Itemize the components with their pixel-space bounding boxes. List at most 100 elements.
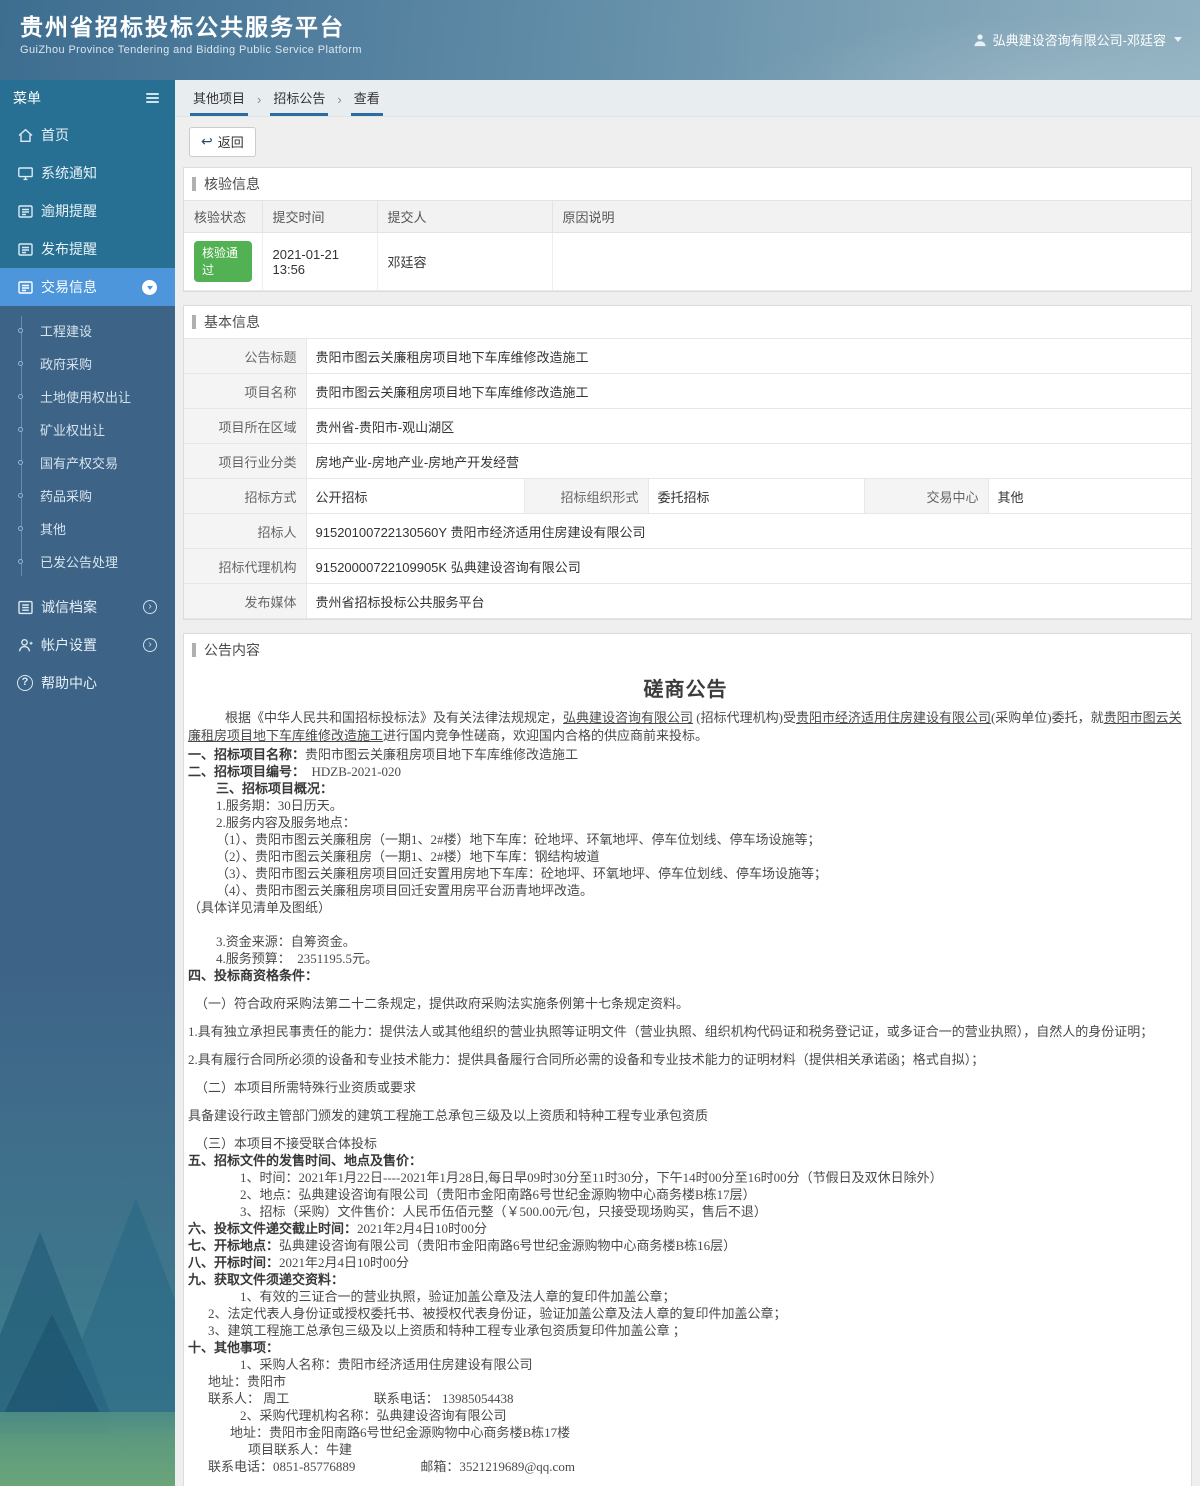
breadcrumb-view[interactable]: 查看 xyxy=(350,80,383,116)
tenderer-value: 91520100722130560Y 贵阳市经济适用住房建设有限公司 xyxy=(305,513,1191,549)
line-text: （4）、贵阳市图云关廉租房项目回迁安置用房平台沥青地坪改造。 xyxy=(216,883,594,898)
user-menu[interactable]: 弘典建设咨询有限公司-邓廷容 xyxy=(973,30,1182,49)
brand: 贵州省招标投标公共服务平台 GuiZhou Province Tendering… xyxy=(20,13,362,56)
sidebar-item-publish-reminder[interactable]: 发布提醒 xyxy=(0,230,175,268)
home-icon xyxy=(17,127,34,144)
chevron-right-icon: › xyxy=(143,600,157,614)
subitem-label: 国有产权交易 xyxy=(40,456,119,471)
submit-time-cell: 2021-01-21 13:56 xyxy=(261,232,377,291)
line-text: 2、地点：弘典建设咨询有限公司（贵阳市金阳南路6号世纪金源购物中心商务楼B栋17… xyxy=(240,1187,756,1202)
sidebar-item-help-center[interactable]: ? 帮助中心 xyxy=(0,664,175,702)
sidebar-item-label: 逾期提醒 xyxy=(41,203,97,219)
breadcrumb-other-projects[interactable]: 其他项目 xyxy=(190,80,249,116)
region-value: 贵州省-贵阳市-观山湖区 xyxy=(305,408,1191,444)
document-line: 2.具有履行合同所必须的设备和专业技术能力：提供具备履行合同所必需的设备和专业技… xyxy=(188,1051,1183,1068)
sidebar-subitem[interactable]: 政府采购 xyxy=(0,347,175,380)
line-heading: 九、获取文件须递交资料： xyxy=(188,1272,345,1287)
line-text: 2.具有履行合同所必须的设备和专业技术能力：提供具备履行合同所必需的设备和专业技… xyxy=(188,1052,985,1067)
document-line: （2）、贵阳市图云关廉租房（一期1、2#楼）地下车库：钢结构坡道 xyxy=(188,848,1183,865)
sidebar-subitem[interactable]: 工程建设 xyxy=(0,314,175,347)
line-text: 2、采购代理机构名称：弘典建设咨询有限公司 xyxy=(240,1408,507,1423)
sidebar-item-transaction-info[interactable]: 交易信息 xyxy=(0,268,175,306)
line-text: 1、采购人名称：贵阳市经济适用住房建设有限公司 xyxy=(240,1357,533,1372)
field-label: 项目名称 xyxy=(184,373,307,409)
return-icon: ↩ xyxy=(201,133,213,149)
document-line: （一）符合政府采购法第二十二条规定，提供政府采购法实施条例第十七条规定资料。 xyxy=(188,995,1183,1012)
line-text: 1.服务期：30日历天。 xyxy=(216,798,343,813)
section-bar-icon xyxy=(192,643,196,657)
sidebar-item-label: 系统通知 xyxy=(41,165,97,181)
subitem-label: 矿业权出让 xyxy=(40,423,106,438)
breadcrumb-separator: › xyxy=(257,92,262,107)
sidebar-subitem[interactable]: 国有产权交易 xyxy=(0,446,175,479)
status-badge: 核验通过 xyxy=(194,241,252,282)
line-text: 1、有效的三证合一的营业执照，验证加盖公章及法人章的复印件加盖公章； xyxy=(240,1289,676,1304)
table-row: 发布媒体 贵州省招标投标公共服务平台 xyxy=(184,583,1191,619)
intro-text: 根据《中华人民共和国招标投标法》及有关法律法规规定， xyxy=(225,710,564,725)
line-text: 3.资金来源：自筹资金。 xyxy=(216,934,356,949)
subitem-label: 土地使用权出让 xyxy=(40,390,132,405)
document-line: （二）本项目所需特殊行业资质或要求 xyxy=(188,1079,1183,1096)
sidebar-item-account-settings[interactable]: 帐户设置 › xyxy=(0,626,175,664)
intro-text: 进行国内竞争性磋商，欢迎国内合格的供应商前来投标。 xyxy=(383,728,709,743)
document-line: 四、投标商资格条件： xyxy=(188,967,1183,984)
sidebar-subitem[interactable]: 已发公告处理 xyxy=(0,545,175,578)
table-row: 项目所在区域 贵州省-贵阳市-观山湖区 xyxy=(184,408,1191,444)
table-row: 招标人 91520100722130560Y 贵阳市经济适用住房建设有限公司 xyxy=(184,513,1191,549)
sidebar: 菜单 首页 系统通知 逾期提醒 发布提醒 交易信息 工程建设 政府采购 土地使用… xyxy=(0,80,175,1486)
sidebar-item-overdue-reminder[interactable]: 逾期提醒 xyxy=(0,192,175,230)
bullet-icon xyxy=(18,328,23,333)
field-label: 交易中心 xyxy=(863,478,989,514)
sidebar-subitem[interactable]: 矿业权出让 xyxy=(0,413,175,446)
line-heading: 四、投标商资格条件： xyxy=(188,968,319,983)
document-line: 六、投标文件递交截止时间：2021年2月4日10时00分 xyxy=(188,1220,1183,1237)
field-label: 公告标题 xyxy=(184,338,307,374)
sidebar-item-system-notice[interactable]: 系统通知 xyxy=(0,154,175,192)
question-icon: ? xyxy=(17,674,34,692)
field-label: 招标组织形式 xyxy=(523,478,649,514)
document-line: 九、获取文件须递交资料： xyxy=(188,1271,1183,1288)
bullet-icon xyxy=(18,427,23,432)
line-heading: 八、开标时间： xyxy=(188,1255,280,1270)
intro-text: (采购单位)委托，就 xyxy=(990,710,1104,725)
sidebar-item-home[interactable]: 首页 xyxy=(0,116,175,154)
basic-info-table: 公告标题 贵阳市图云关廉租房项目地下车库维修改造施工 项目名称 贵阳市图云关廉租… xyxy=(184,338,1191,619)
document-line: 三、招标项目概况： xyxy=(188,780,1183,797)
hamburger-icon[interactable] xyxy=(146,93,159,103)
document-line xyxy=(188,916,1183,933)
line-text: 2、法定代表人身份证或授权委托书、被授权代表身份证，验证加盖公章及法人章的复印件… xyxy=(208,1306,787,1321)
person-icon xyxy=(17,637,34,654)
document-line: 1、采购人名称：贵阳市经济适用住房建设有限公司 xyxy=(188,1356,1183,1373)
line-text: 3、招标（采购）文件售价：人民币伍佰元整（￥500.00元/包，只接受现场购买，… xyxy=(240,1204,767,1219)
document-line: 地址：贵阳市 xyxy=(188,1373,1183,1390)
sidebar-subitem[interactable]: 土地使用权出让 xyxy=(0,380,175,413)
sidebar-item-integrity-archive[interactable]: 诚信档案 › xyxy=(0,588,175,626)
reason-cell xyxy=(551,232,1191,291)
sidebar-item-label: 帐户设置 xyxy=(41,637,97,653)
list-icon xyxy=(17,599,34,616)
line-heading: 十、其他事项： xyxy=(188,1340,280,1355)
line-text: （具体详见清单及图纸） xyxy=(188,900,332,915)
basic-info-panel: 基本信息 公告标题 贵阳市图云关廉租房项目地下车库维修改造施工 项目名称 贵阳市… xyxy=(183,305,1192,620)
document-line: （4）、贵阳市图云关廉租房项目回迁安置用房平台沥青地坪改造。 xyxy=(188,882,1183,899)
bullet-icon xyxy=(18,361,23,366)
breadcrumb-tender-announcement[interactable]: 招标公告 xyxy=(270,80,329,116)
bullet-icon xyxy=(18,460,23,465)
line-text: 1、时间：2021年1月22日----2021年1月28日,每日早09时30分至… xyxy=(240,1170,943,1185)
back-button[interactable]: ↩ 返回 xyxy=(189,127,256,157)
bullet-icon xyxy=(18,493,23,498)
col-submit-time: 提交时间 xyxy=(261,200,377,233)
method-value: 公开招标 xyxy=(305,478,525,514)
table-row: 项目名称 贵阳市图云关廉租房项目地下车库维修改造施工 xyxy=(184,373,1191,409)
sidebar-landscape-decoration xyxy=(0,1086,175,1486)
field-label: 招标代理机构 xyxy=(184,548,307,584)
org-form-value: 委托招标 xyxy=(647,478,865,514)
sidebar-subitem[interactable]: 其他 xyxy=(0,512,175,545)
page-subtitle: GuiZhou Province Tendering and Bidding P… xyxy=(20,44,362,56)
basic-info-panel-header: 基本信息 xyxy=(184,306,1191,338)
document-title: 磋商公告 xyxy=(643,679,728,701)
breadcrumb-separator: › xyxy=(337,92,342,107)
bullet-icon xyxy=(18,394,23,399)
back-button-label: 返回 xyxy=(217,135,244,150)
sidebar-subitem[interactable]: 药品采购 xyxy=(0,479,175,512)
